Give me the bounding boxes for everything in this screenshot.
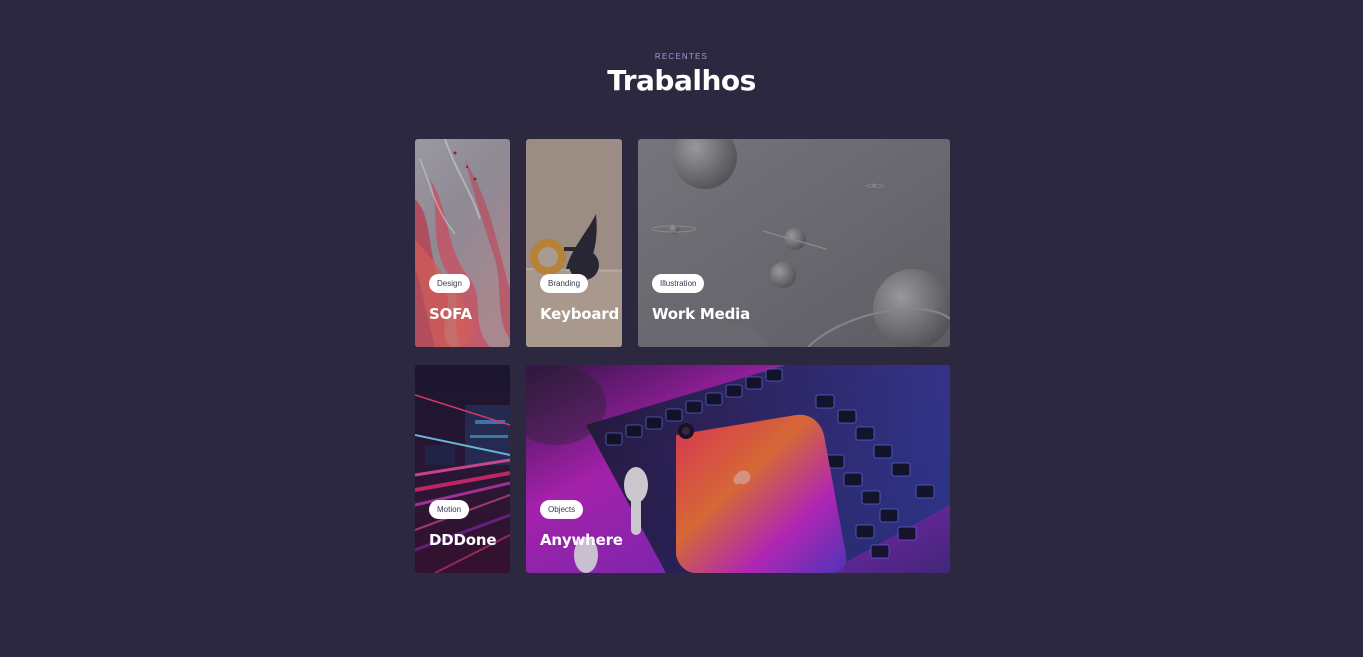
project-card-work-media[interactable]: Illustration Work Media bbox=[638, 139, 950, 347]
project-tag: Illustration bbox=[652, 274, 705, 293]
project-title: Work Media bbox=[652, 305, 751, 323]
project-title: Anywhere bbox=[540, 531, 623, 549]
section-kicker: RECENTES bbox=[654, 52, 709, 61]
project-title: DDDone bbox=[429, 531, 497, 549]
project-tag: Motion bbox=[429, 500, 470, 519]
project-tag: Branding bbox=[540, 274, 589, 293]
project-tag: Objects bbox=[540, 500, 584, 519]
project-card-keyboard[interactable]: Branding Keyboard bbox=[526, 139, 622, 347]
works-section: RECENTES Trabalhos Design SOFA Branding … bbox=[0, 0, 1363, 657]
project-card-sofa[interactable]: Design SOFA bbox=[415, 139, 510, 347]
project-tag: Design bbox=[429, 274, 470, 293]
project-card-dddone[interactable]: Motion DDDone bbox=[415, 365, 510, 573]
project-card-anywhere[interactable]: Objects Anywhere bbox=[526, 365, 950, 573]
section-title: Trabalhos bbox=[607, 64, 756, 97]
project-title: Keyboard bbox=[540, 305, 620, 323]
project-title: SOFA bbox=[429, 305, 472, 323]
